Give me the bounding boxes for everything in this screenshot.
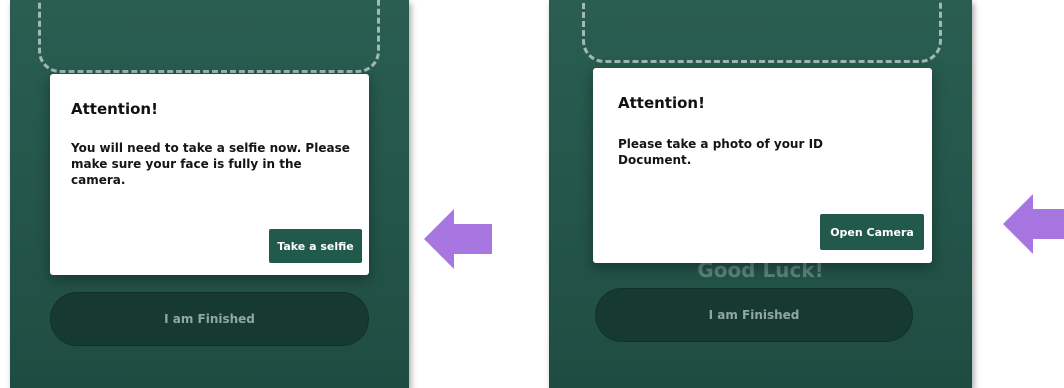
id-document-screen: Good Luck! I am Finished Attention! Plea…: [549, 0, 972, 388]
open-camera-button-label: Open Camera: [830, 225, 914, 239]
open-camera-button[interactable]: Open Camera: [820, 214, 924, 250]
attention-dialog: Attention! You will need to take a selfi…: [50, 74, 369, 275]
arrow-left-icon: [424, 209, 492, 269]
dialog-title: Attention!: [71, 100, 158, 118]
finish-button[interactable]: I am Finished: [50, 292, 369, 346]
dialog-message: You will need to take a selfie now. Plea…: [71, 141, 350, 187]
dialog-message: Please take a photo of your ID Document.: [618, 137, 823, 167]
finish-button-label: I am Finished: [164, 312, 255, 326]
finish-button[interactable]: I am Finished: [595, 288, 913, 342]
face-frame-outline: [38, 0, 380, 73]
finish-button-label: I am Finished: [708, 308, 800, 322]
dialog-title: Attention!: [618, 94, 705, 112]
document-frame-outline: [582, 0, 942, 63]
selfie-screen: I am Finished Attention! You will need t…: [10, 0, 409, 388]
comparison-stage: I am Finished Attention! You will need t…: [0, 0, 1064, 388]
take-selfie-button-label: Take a selfie: [277, 239, 354, 253]
take-selfie-button[interactable]: Take a selfie: [269, 229, 362, 263]
attention-dialog: Attention! Please take a photo of your I…: [593, 68, 932, 263]
arrow-left-icon: [1003, 194, 1064, 254]
